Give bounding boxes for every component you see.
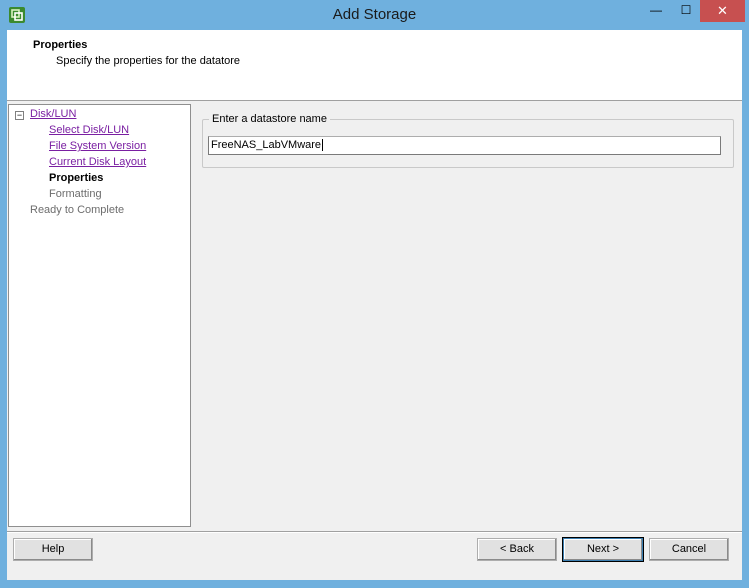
step-title: Properties <box>33 39 88 51</box>
step-current-disk-layout[interactable]: Current Disk Layout <box>49 156 146 168</box>
step-formatting: Formatting <box>49 188 102 200</box>
wizard-header: Properties Specify the properties for th… <box>7 30 742 101</box>
next-button[interactable]: Next > <box>563 538 643 561</box>
footer-divider <box>7 531 742 533</box>
step-select-disk-lun[interactable]: Select Disk/LUN <box>49 124 129 136</box>
properties-panel: Enter a datastore name <box>193 104 742 525</box>
maximize-button[interactable]: ☐ <box>672 0 700 22</box>
step-subtitle: Specify the properties for the datatore <box>56 55 241 67</box>
step-ready-to-complete: Ready to Complete <box>30 204 125 216</box>
step-file-system-version[interactable]: File System Version <box>49 140 146 152</box>
collapse-toggle-icon[interactable]: − <box>15 111 24 120</box>
window-bottom-border <box>0 580 749 588</box>
help-button[interactable]: Help <box>13 538 93 561</box>
minimize-button[interactable]: — <box>642 0 670 22</box>
back-button[interactable]: < Back <box>477 538 557 561</box>
window-title: Add Storage <box>332 6 417 23</box>
datastore-name-label: Enter a datastore name <box>209 113 330 125</box>
step-disk-lun[interactable]: Disk/LUN <box>30 108 76 120</box>
wizard-steps-panel: − Disk/LUN Select Disk/LUN File System V… <box>8 104 191 527</box>
text-caret <box>322 139 324 152</box>
dialog-body: Properties Specify the properties for th… <box>7 30 742 580</box>
title-bar[interactable]: Add Storage — ☐ ✕ <box>0 0 749 30</box>
add-storage-window: Add Storage — ☐ ✕ Properties Specify the… <box>0 0 749 588</box>
close-button[interactable]: ✕ <box>700 0 745 22</box>
step-properties: Properties <box>49 172 104 184</box>
cancel-button[interactable]: Cancel <box>649 538 729 561</box>
datastore-name-value: FreeNAS_LabVMware <box>211 139 322 151</box>
datastore-name-input[interactable]: FreeNAS_LabVMware <box>208 136 721 155</box>
